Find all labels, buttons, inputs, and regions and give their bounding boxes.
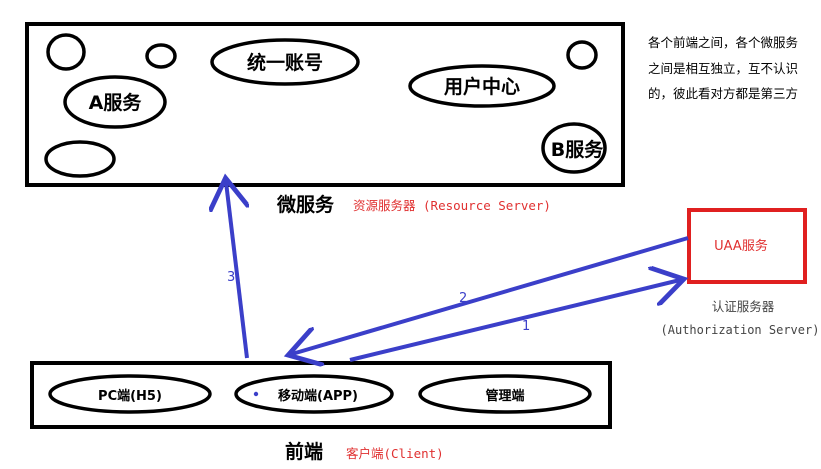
- microservice-node-blank: [145, 43, 177, 69]
- note-line-1: 各个前端之间，各个微服务: [648, 35, 798, 50]
- arrow-step-2-label: 2: [459, 291, 467, 306]
- pc-label: PC端(H5): [98, 388, 162, 404]
- microservices-title: 微服务: [276, 193, 335, 216]
- arrow-step-1-label: 1: [522, 319, 530, 334]
- diagram-canvas: 统一账号 A服务 用户中心 B服务 微服务 资源服务器 (Resource Se…: [0, 0, 821, 469]
- uaa-label: UAA服务: [714, 238, 768, 254]
- admin-label: 管理端: [485, 388, 524, 404]
- mobile-label: 移动端(APP): [278, 388, 358, 404]
- service-b-label: B服务: [551, 138, 604, 161]
- authorization-server-label-2: (Authorization Server): [661, 323, 820, 337]
- frontend-title: 前端: [285, 440, 323, 463]
- arrow-step-3-label: 3: [227, 270, 235, 285]
- mobile-origin-dot: [253, 391, 259, 397]
- service-a-label: A服务: [89, 91, 143, 114]
- unified-account-label: 统一账号: [247, 51, 323, 74]
- authorization-server-label-1: 认证服务器: [712, 299, 775, 314]
- arrow-step-1: [349, 280, 680, 362]
- user-center-label: 用户中心: [444, 75, 520, 98]
- note-line-3: 的，彼此看对方都是第三方: [648, 86, 798, 101]
- microservice-node-blank: [566, 40, 598, 70]
- note-line-2: 之间是相互独立，互不认识: [648, 61, 798, 76]
- diagram-svg: 统一账号 A服务 用户中心 B服务 微服务 资源服务器 (Resource Se…: [25, 22, 820, 463]
- resource-server-label: 资源服务器 (Resource Server): [353, 198, 551, 213]
- arrow-step-2: [292, 236, 689, 354]
- client-label: 客户端(Client): [346, 446, 444, 461]
- microservice-node-blank: [44, 140, 116, 178]
- microservice-node-blank: [46, 33, 86, 71]
